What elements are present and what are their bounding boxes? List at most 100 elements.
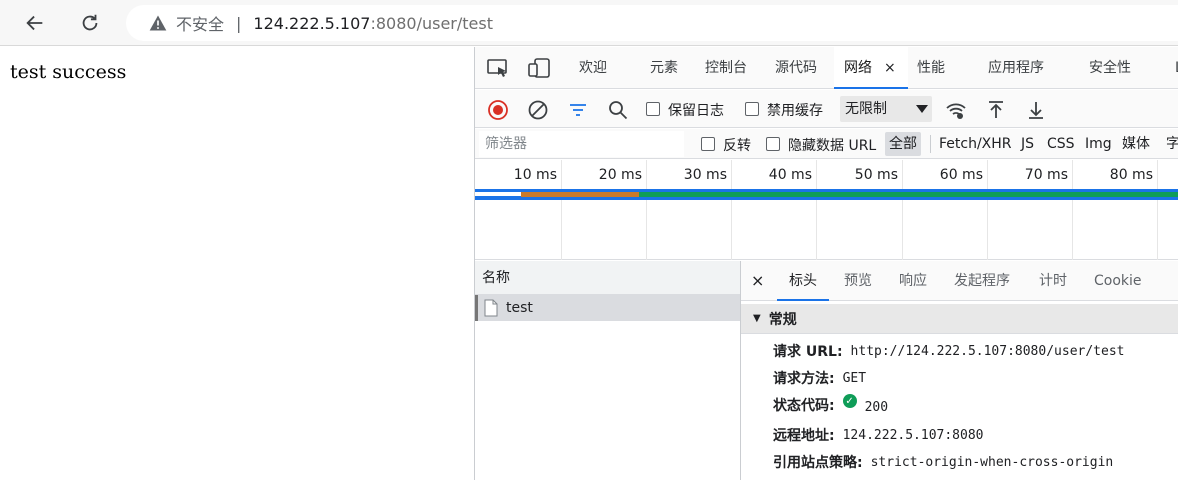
type-filter-css[interactable]: CSS [1043, 132, 1079, 156]
insecure-label[interactable]: 不安全 [176, 11, 224, 35]
timeline-gridline [987, 160, 988, 260]
timeline-tick-label: 70 ms [1024, 167, 1068, 183]
tab-network[interactable]: 网络 × [834, 47, 908, 89]
request-name: test [506, 300, 533, 316]
page-body-text: test success [10, 61, 127, 83]
timeline-tick-label: 60 ms [939, 167, 983, 183]
tab-response[interactable]: 响应 [887, 261, 939, 301]
url-host[interactable]: 124.222.5.107 [253, 14, 370, 33]
network-overview-timeline[interactable]: 10 ms 20 ms 30 ms 40 ms 50 ms 60 ms 70 m… [475, 160, 1178, 260]
invert-label[interactable]: 反转 [723, 135, 751, 155]
wifi-settings-icon [946, 103, 966, 119]
filter-input[interactable]: 筛选器 [479, 131, 684, 157]
tab-cookies[interactable]: Cookie [1082, 261, 1154, 301]
timeline-tick-label: 20 ms [598, 167, 642, 183]
tab-performance[interactable]: 性能 [917, 47, 945, 89]
clear-button[interactable] [527, 99, 549, 121]
header-value[interactable]: GET [843, 371, 866, 386]
timeline-tick-label: 80 ms [1109, 167, 1153, 183]
filter-bar: 筛选器 反转 隐藏数据 URL 全部 Fetch/XHR JS CSS Img … [475, 129, 1178, 159]
preserve-log-label[interactable]: 保留日志 [668, 100, 724, 120]
inspect-element-icon[interactable] [486, 58, 510, 78]
request-list: 名称 test [475, 261, 741, 480]
timeline-gridline [646, 160, 647, 260]
tab-initiator[interactable]: 发起程序 [942, 261, 1022, 301]
reload-button[interactable] [75, 8, 105, 38]
header-row-status-code: 状态代码: ✓ 200 [773, 394, 888, 415]
record-button[interactable] [487, 99, 509, 121]
preserve-log-checkbox[interactable] [646, 102, 660, 116]
url-path[interactable]: :8080/user/test [370, 14, 493, 33]
back-button[interactable] [20, 8, 50, 38]
close-detail-icon[interactable]: × [751, 271, 764, 290]
general-section-title: 常规 [768, 311, 797, 328]
tab-sources[interactable]: 源代码 [775, 47, 817, 89]
address-separator: | [236, 13, 242, 33]
tab-network-label: 网络 [844, 60, 872, 76]
timeline-tick-label: 10 ms [513, 167, 557, 183]
throttling-value: 无限制 [845, 101, 887, 117]
tab-welcome[interactable]: 欢迎 [579, 47, 607, 89]
timeline-queue-segment [475, 192, 521, 196]
tab-security[interactable]: 安全性 [1089, 47, 1131, 89]
type-filter-font[interactable]: 字 [1162, 132, 1178, 156]
timeline-gridline [816, 160, 817, 260]
network-toolbar: 保留日志 禁用缓存 无限制 [475, 90, 1178, 128]
tab-headers[interactable]: 标头 [777, 261, 829, 301]
timeline-gridline [731, 160, 732, 260]
import-har-button[interactable] [985, 99, 1007, 121]
close-tab-icon[interactable]: × [884, 60, 896, 76]
devtools-panel: 欢迎 元素 控制台 源代码 网络× 性能 应用程序 安全性 L 保留日志 禁用缓… [474, 47, 1178, 480]
search-button[interactable] [607, 99, 629, 121]
timeline-gridline [1072, 160, 1073, 260]
request-row[interactable]: test [475, 295, 740, 321]
filter-toggle-button[interactable] [567, 99, 589, 121]
invert-checkbox[interactable] [701, 137, 715, 151]
detail-tab-bar: × 标头 预览 响应 发起程序 计时 Cookie [741, 261, 1178, 301]
type-filter-all[interactable]: 全部 [885, 132, 921, 156]
name-column-header[interactable]: 名称 [475, 261, 740, 295]
address-bar[interactable]: 不安全 | 124.222.5.107:8080/user/test [126, 5, 1178, 41]
header-key: 请求 URL: [773, 344, 843, 360]
header-row-remote-address: 远程地址: 124.222.5.107:8080 [773, 425, 984, 445]
header-value[interactable]: 200 [865, 400, 888, 415]
tab-console[interactable]: 控制台 [705, 47, 747, 89]
timeline-gridline [902, 160, 903, 260]
request-detail-panel: × 标头 预览 响应 发起程序 计时 Cookie ▼ 常规 请求 URL: h… [741, 261, 1178, 480]
type-filter-img[interactable]: Img [1081, 132, 1116, 156]
general-section-header[interactable]: ▼ 常规 [741, 304, 1178, 334]
reload-icon [82, 14, 98, 31]
header-key: 请求方法: [773, 371, 835, 387]
timeline-waiting-segment [521, 192, 639, 197]
browser-toolbar: 不安全 | 124.222.5.107:8080/user/test [0, 0, 1178, 46]
header-key: 引用站点策略: [773, 455, 863, 471]
header-key: 远程地址: [773, 428, 835, 444]
devtools-tab-bar: 欢迎 元素 控制台 源代码 网络× 性能 应用程序 安全性 L [475, 47, 1178, 89]
type-filter-fetch-xhr[interactable]: Fetch/XHR [935, 132, 1016, 156]
tab-application[interactable]: 应用程序 [988, 47, 1044, 89]
hide-data-urls-label[interactable]: 隐藏数据 URL [788, 135, 876, 155]
device-toolbar-icon[interactable] [527, 58, 551, 78]
export-har-button[interactable] [1025, 99, 1047, 121]
tab-preview[interactable]: 预览 [832, 261, 884, 301]
header-row-referrer-policy: 引用站点策略: strict-origin-when-cross-origin [773, 452, 1113, 472]
throttling-select[interactable]: 无限制 [840, 96, 932, 122]
tab-timing[interactable]: 计时 [1027, 261, 1079, 301]
clear-icon [528, 100, 548, 120]
header-row-request-method: 请求方法: GET [773, 368, 866, 388]
tab-elements[interactable]: 元素 [650, 47, 678, 89]
network-conditions-button[interactable] [945, 99, 967, 121]
disable-cache-checkbox[interactable] [745, 102, 759, 116]
type-filter-media[interactable]: 媒体 [1118, 132, 1154, 156]
header-key: 状态代码: [773, 398, 835, 414]
download-icon [1029, 102, 1043, 119]
hide-data-urls-checkbox[interactable] [766, 137, 780, 151]
header-value[interactable]: 124.222.5.107:8080 [843, 428, 984, 443]
header-row-request-url: 请求 URL: http://124.222.5.107:8080/user/t… [773, 341, 1124, 361]
warning-icon[interactable] [148, 13, 168, 33]
header-value[interactable]: http://124.222.5.107:8080/user/test [851, 344, 1125, 359]
type-filter-js[interactable]: JS [1017, 132, 1038, 156]
search-icon [609, 101, 628, 120]
header-value[interactable]: strict-origin-when-cross-origin [871, 455, 1114, 470]
disable-cache-label[interactable]: 禁用缓存 [767, 100, 823, 120]
